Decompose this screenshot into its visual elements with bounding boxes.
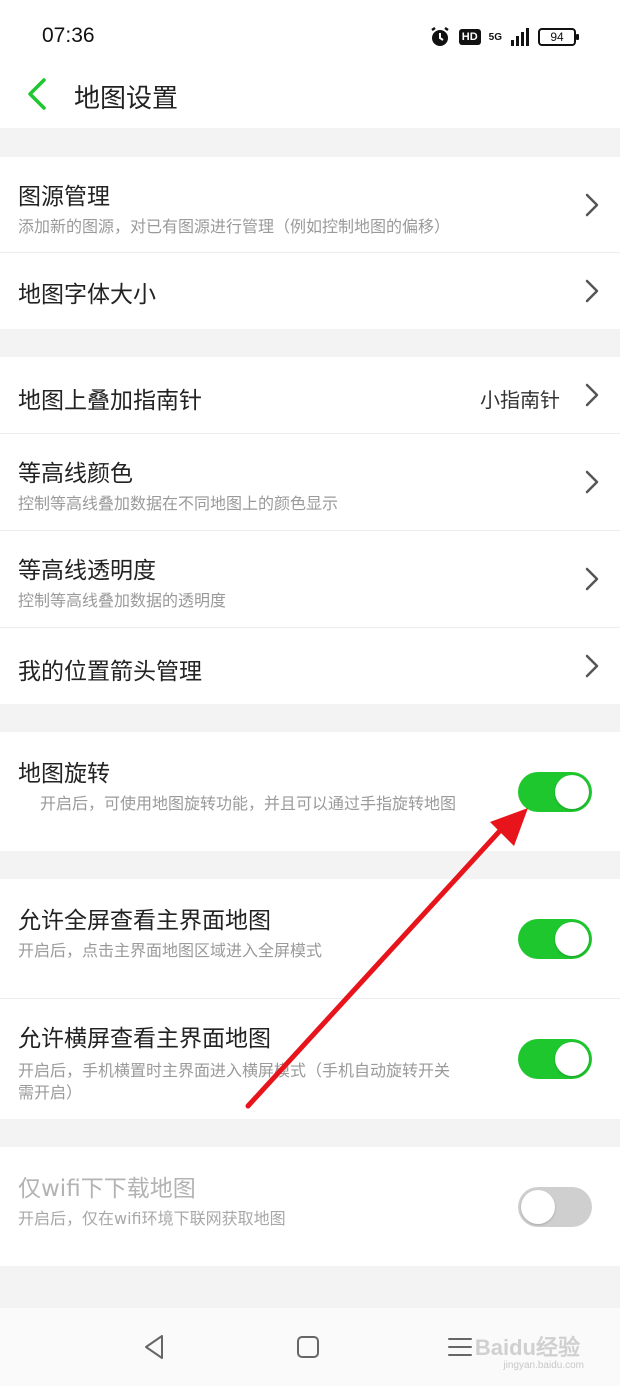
- row-title: 地图旋转: [18, 761, 110, 787]
- row-allow-landscape: 允许横屏查看主界面地图 开启后，手机横置时主界面进入横屏模式（手机自动旋转开关 …: [0, 999, 620, 1119]
- row-subtitle-line2: 需开启）: [18, 1083, 83, 1102]
- status-time: 07:36: [42, 24, 95, 47]
- system-navigation-bar: Baidu经验 jingyan.baidu.com: [0, 1308, 620, 1386]
- settings-group-source: 图源管理 添加新的图源，对已有图源进行管理（例如控制地图的偏移） 地图字体大小: [0, 157, 620, 329]
- row-wifi-only-download: 仅wifi下下载地图 开启后，仅在wifi环境下联网获取地图: [0, 1147, 620, 1266]
- row-allow-fullscreen: 允许全屏查看主界面地图 开启后，点击主界面地图区域进入全屏模式: [0, 879, 620, 998]
- settings-group-map-display: 地图上叠加指南针 小指南针 等高线颜色 控制等高线叠加数据在不同地图上的颜色显示…: [0, 357, 620, 704]
- row-compass-overlay[interactable]: 地图上叠加指南针 小指南针: [0, 357, 620, 433]
- row-source-management[interactable]: 图源管理 添加新的图源，对已有图源进行管理（例如控制地图的偏移）: [0, 157, 620, 252]
- row-title: 允许全屏查看主界面地图: [18, 908, 271, 934]
- network-5g-icon: 5G: [488, 31, 502, 43]
- signal-icon: [511, 28, 529, 46]
- row-map-rotation: 地图旋转 开启后，可使用地图旋转功能，并且可以通过手指旋转地图: [0, 732, 620, 851]
- row-title: 我的位置箭头管理: [18, 659, 202, 685]
- row-title: 仅wifi下下载地图: [18, 1176, 196, 1202]
- row-title: 等高线颜色: [18, 461, 133, 487]
- row-subtitle: 开启后，仅在wifi环境下联网获取地图: [18, 1209, 286, 1228]
- settings-group-rotation: 地图旋转 开启后，可使用地图旋转功能，并且可以通过手指旋转地图: [0, 732, 620, 851]
- nav-recents-icon[interactable]: [443, 1330, 477, 1364]
- chevron-right-icon: [585, 279, 599, 303]
- battery-icon: 94: [538, 28, 579, 46]
- landscape-toggle[interactable]: [518, 1039, 592, 1079]
- row-subtitle: 开启后，可使用地图旋转功能，并且可以通过手指旋转地图: [40, 794, 457, 813]
- chevron-right-icon: [585, 567, 599, 591]
- row-title: 允许横屏查看主界面地图: [18, 1026, 271, 1052]
- toggle-knob: [555, 775, 589, 809]
- nav-home-icon[interactable]: [291, 1330, 325, 1364]
- hd-icon: HD: [458, 29, 481, 45]
- row-map-font-size[interactable]: 地图字体大小: [0, 253, 620, 329]
- settings-group-download: 仅wifi下下载地图 开启后，仅在wifi环境下联网获取地图: [0, 1147, 620, 1266]
- status-icons: HD 5G 94: [429, 22, 579, 52]
- row-title: 等高线透明度: [18, 558, 156, 584]
- row-title: 图源管理: [18, 184, 110, 210]
- toggle-knob: [555, 922, 589, 956]
- toggle-knob: [555, 1042, 589, 1076]
- row-subtitle: 控制等高线叠加数据在不同地图上的颜色显示: [18, 494, 339, 513]
- chevron-right-icon: [585, 470, 599, 494]
- settings-group-view-modes: 允许全屏查看主界面地图 开启后，点击主界面地图区域进入全屏模式 允许横屏查看主界…: [0, 879, 620, 1119]
- status-bar: 07:36 HD 5G 94: [0, 0, 620, 70]
- row-subtitle: 添加新的图源，对已有图源进行管理（例如控制地图的偏移）: [18, 217, 451, 236]
- row-contour-color[interactable]: 等高线颜色 控制等高线叠加数据在不同地图上的颜色显示: [0, 434, 620, 530]
- row-subtitle: 开启后，点击主界面地图区域进入全屏模式: [18, 941, 323, 960]
- chevron-right-icon: [585, 193, 599, 217]
- nav-back-icon[interactable]: [138, 1330, 172, 1364]
- row-value: 小指南针: [480, 388, 560, 412]
- wifi-only-toggle[interactable]: [518, 1187, 592, 1227]
- row-contour-opacity[interactable]: 等高线透明度 控制等高线叠加数据的透明度: [0, 531, 620, 627]
- app-header: 地图设置: [0, 70, 620, 128]
- row-title: 地图字体大小: [18, 282, 156, 308]
- row-location-arrow[interactable]: 我的位置箭头管理: [0, 628, 620, 704]
- row-subtitle-line1: 开启后，手机横置时主界面进入横屏模式（手机自动旋转开关: [18, 1061, 451, 1080]
- map-rotation-toggle[interactable]: [518, 772, 592, 812]
- chevron-right-icon: [585, 654, 599, 678]
- fullscreen-toggle[interactable]: [518, 919, 592, 959]
- back-arrow-icon[interactable]: [22, 74, 52, 114]
- toggle-knob: [521, 1190, 555, 1224]
- chevron-right-icon: [585, 383, 599, 407]
- watermark-url: jingyan.baidu.com: [503, 1360, 584, 1371]
- watermark: Baidu经验: [474, 1335, 580, 1360]
- page-title: 地图设置: [74, 84, 179, 114]
- row-title: 地图上叠加指南针: [18, 388, 202, 414]
- alarm-icon: [431, 26, 449, 46]
- row-subtitle: 控制等高线叠加数据的透明度: [18, 591, 227, 610]
